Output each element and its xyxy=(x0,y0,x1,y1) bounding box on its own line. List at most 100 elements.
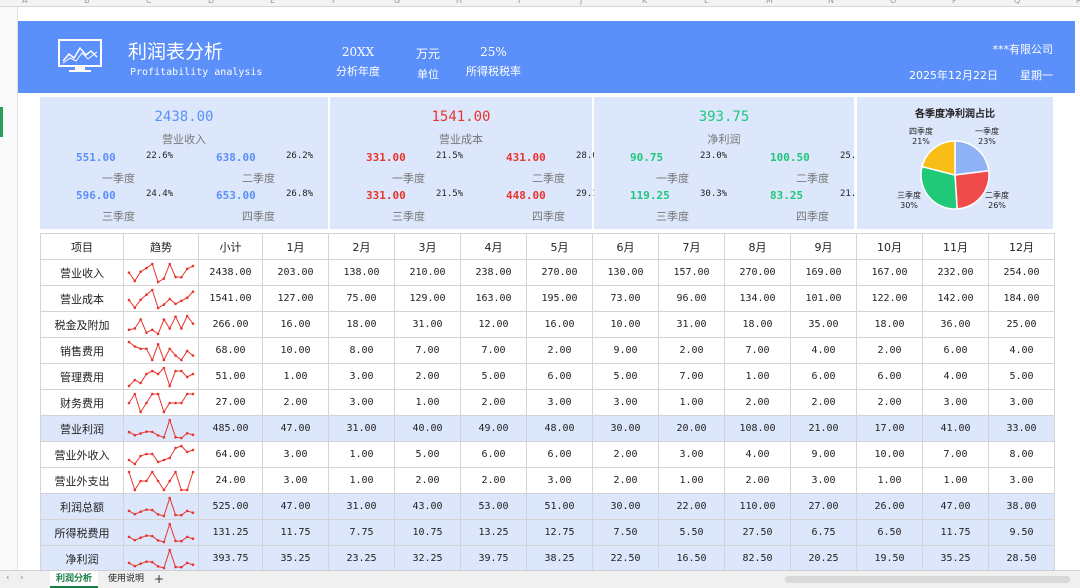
row-item[interactable]: 营业外收入 xyxy=(40,441,124,468)
unit-value[interactable]: 万元 xyxy=(416,45,440,62)
month-cell[interactable]: 270.00 xyxy=(724,259,791,286)
trend-sparkline-cell[interactable] xyxy=(123,311,199,338)
month-cell[interactable]: 101.00 xyxy=(790,285,857,312)
month-cell[interactable]: 138.00 xyxy=(328,259,395,286)
month-cell[interactable]: 38.00 xyxy=(988,493,1055,520)
column-letter[interactable]: D xyxy=(208,0,214,5)
month-cell[interactable]: 163.00 xyxy=(460,285,527,312)
next-sheet-button[interactable]: › xyxy=(20,573,24,583)
column-letter[interactable]: R xyxy=(1076,0,1080,5)
month-cell[interactable]: 3.00 xyxy=(328,389,395,416)
row-item[interactable]: 所得税费用 xyxy=(40,519,124,546)
month-cell[interactable]: 31.00 xyxy=(394,311,461,338)
month-cell[interactable]: 1.00 xyxy=(328,467,395,494)
column-header[interactable]: 5月 xyxy=(526,233,593,260)
month-cell[interactable]: 3.00 xyxy=(988,467,1055,494)
month-cell[interactable]: 38.25 xyxy=(526,545,593,572)
month-cell[interactable]: 169.00 xyxy=(790,259,857,286)
column-header[interactable]: 6月 xyxy=(592,233,659,260)
column-header[interactable]: 1月 xyxy=(262,233,329,260)
month-cell[interactable]: 47.00 xyxy=(262,415,329,442)
month-cell[interactable]: 127.00 xyxy=(262,285,329,312)
month-cell[interactable]: 12.00 xyxy=(460,311,527,338)
month-cell[interactable]: 1.00 xyxy=(658,467,725,494)
month-cell[interactable]: 10.75 xyxy=(394,519,461,546)
month-cell[interactable]: 13.25 xyxy=(460,519,527,546)
column-letter[interactable]: A xyxy=(22,0,27,5)
month-cell[interactable]: 26.00 xyxy=(856,493,923,520)
month-cell[interactable]: 6.00 xyxy=(790,363,857,390)
month-cell[interactable]: 31.00 xyxy=(658,311,725,338)
month-cell[interactable]: 30.00 xyxy=(592,493,659,520)
add-sheet-button[interactable]: + xyxy=(154,572,164,586)
month-cell[interactable]: 49.00 xyxy=(460,415,527,442)
column-letter[interactable]: M xyxy=(766,0,773,5)
month-cell[interactable]: 254.00 xyxy=(988,259,1055,286)
month-cell[interactable]: 232.00 xyxy=(922,259,989,286)
month-cell[interactable]: 129.00 xyxy=(394,285,461,312)
month-cell[interactable]: 6.50 xyxy=(856,519,923,546)
month-cell[interactable]: 2.00 xyxy=(460,389,527,416)
month-cell[interactable]: 1.00 xyxy=(856,467,923,494)
month-cell[interactable]: 2.00 xyxy=(460,467,527,494)
month-cell[interactable]: 17.00 xyxy=(856,415,923,442)
row-item[interactable]: 营业利润 xyxy=(40,415,124,442)
column-letter[interactable]: F xyxy=(332,0,337,5)
horizontal-scrollbar[interactable] xyxy=(785,576,1070,583)
month-cell[interactable]: 18.00 xyxy=(328,311,395,338)
month-cell[interactable]: 96.00 xyxy=(658,285,725,312)
month-cell[interactable]: 75.00 xyxy=(328,285,395,312)
month-cell[interactable]: 48.00 xyxy=(526,415,593,442)
month-cell[interactable]: 3.00 xyxy=(790,467,857,494)
trend-sparkline-cell[interactable] xyxy=(123,337,199,364)
month-cell[interactable]: 7.00 xyxy=(922,441,989,468)
month-cell[interactable]: 6.00 xyxy=(526,441,593,468)
month-cell[interactable]: 47.00 xyxy=(922,493,989,520)
row-item[interactable]: 销售费用 xyxy=(40,337,124,364)
column-header[interactable]: 项目 xyxy=(40,233,124,260)
month-cell[interactable]: 28.50 xyxy=(988,545,1055,572)
month-cell[interactable]: 1.00 xyxy=(394,389,461,416)
month-cell[interactable]: 4.00 xyxy=(724,441,791,468)
trend-sparkline-cell[interactable] xyxy=(123,415,199,442)
month-cell[interactable]: 6.00 xyxy=(460,441,527,468)
month-cell[interactable]: 2.00 xyxy=(724,467,791,494)
month-cell[interactable]: 8.00 xyxy=(328,337,395,364)
month-cell[interactable]: 12.75 xyxy=(526,519,593,546)
row-item[interactable]: 利润总额 xyxy=(40,493,124,520)
month-cell[interactable]: 108.00 xyxy=(724,415,791,442)
month-cell[interactable]: 27.50 xyxy=(724,519,791,546)
subtotal-cell[interactable]: 1541.00 xyxy=(198,285,263,312)
month-cell[interactable]: 11.75 xyxy=(922,519,989,546)
subtotal-cell[interactable]: 393.75 xyxy=(198,545,263,572)
month-cell[interactable]: 41.00 xyxy=(922,415,989,442)
column-letter[interactable]: B xyxy=(84,0,90,5)
month-cell[interactable]: 8.00 xyxy=(988,441,1055,468)
month-cell[interactable]: 167.00 xyxy=(856,259,923,286)
month-cell[interactable]: 39.75 xyxy=(460,545,527,572)
month-cell[interactable]: 7.75 xyxy=(328,519,395,546)
column-letter[interactable]: K xyxy=(642,0,647,5)
row-item[interactable]: 净利润 xyxy=(40,545,124,572)
month-cell[interactable]: 238.00 xyxy=(460,259,527,286)
subtotal-cell[interactable]: 64.00 xyxy=(198,441,263,468)
month-cell[interactable]: 16.50 xyxy=(658,545,725,572)
column-letter[interactable]: P xyxy=(952,0,957,5)
month-cell[interactable]: 33.00 xyxy=(988,415,1055,442)
month-cell[interactable]: 35.00 xyxy=(790,311,857,338)
tax-rate-value[interactable]: 25% xyxy=(466,45,521,59)
subtotal-cell[interactable]: 51.00 xyxy=(198,363,263,390)
month-cell[interactable]: 20.25 xyxy=(790,545,857,572)
column-letter[interactable]: G xyxy=(394,0,400,5)
trend-sparkline-cell[interactable] xyxy=(123,259,199,286)
month-cell[interactable]: 22.00 xyxy=(658,493,725,520)
month-cell[interactable]: 5.00 xyxy=(394,441,461,468)
trend-sparkline-cell[interactable] xyxy=(123,441,199,468)
column-header[interactable]: 12月 xyxy=(988,233,1055,260)
column-letter[interactable]: N xyxy=(828,0,834,5)
month-cell[interactable]: 2.00 xyxy=(592,441,659,468)
month-cell[interactable]: 184.00 xyxy=(988,285,1055,312)
month-cell[interactable]: 32.25 xyxy=(394,545,461,572)
month-cell[interactable]: 16.00 xyxy=(262,311,329,338)
month-cell[interactable]: 16.00 xyxy=(526,311,593,338)
